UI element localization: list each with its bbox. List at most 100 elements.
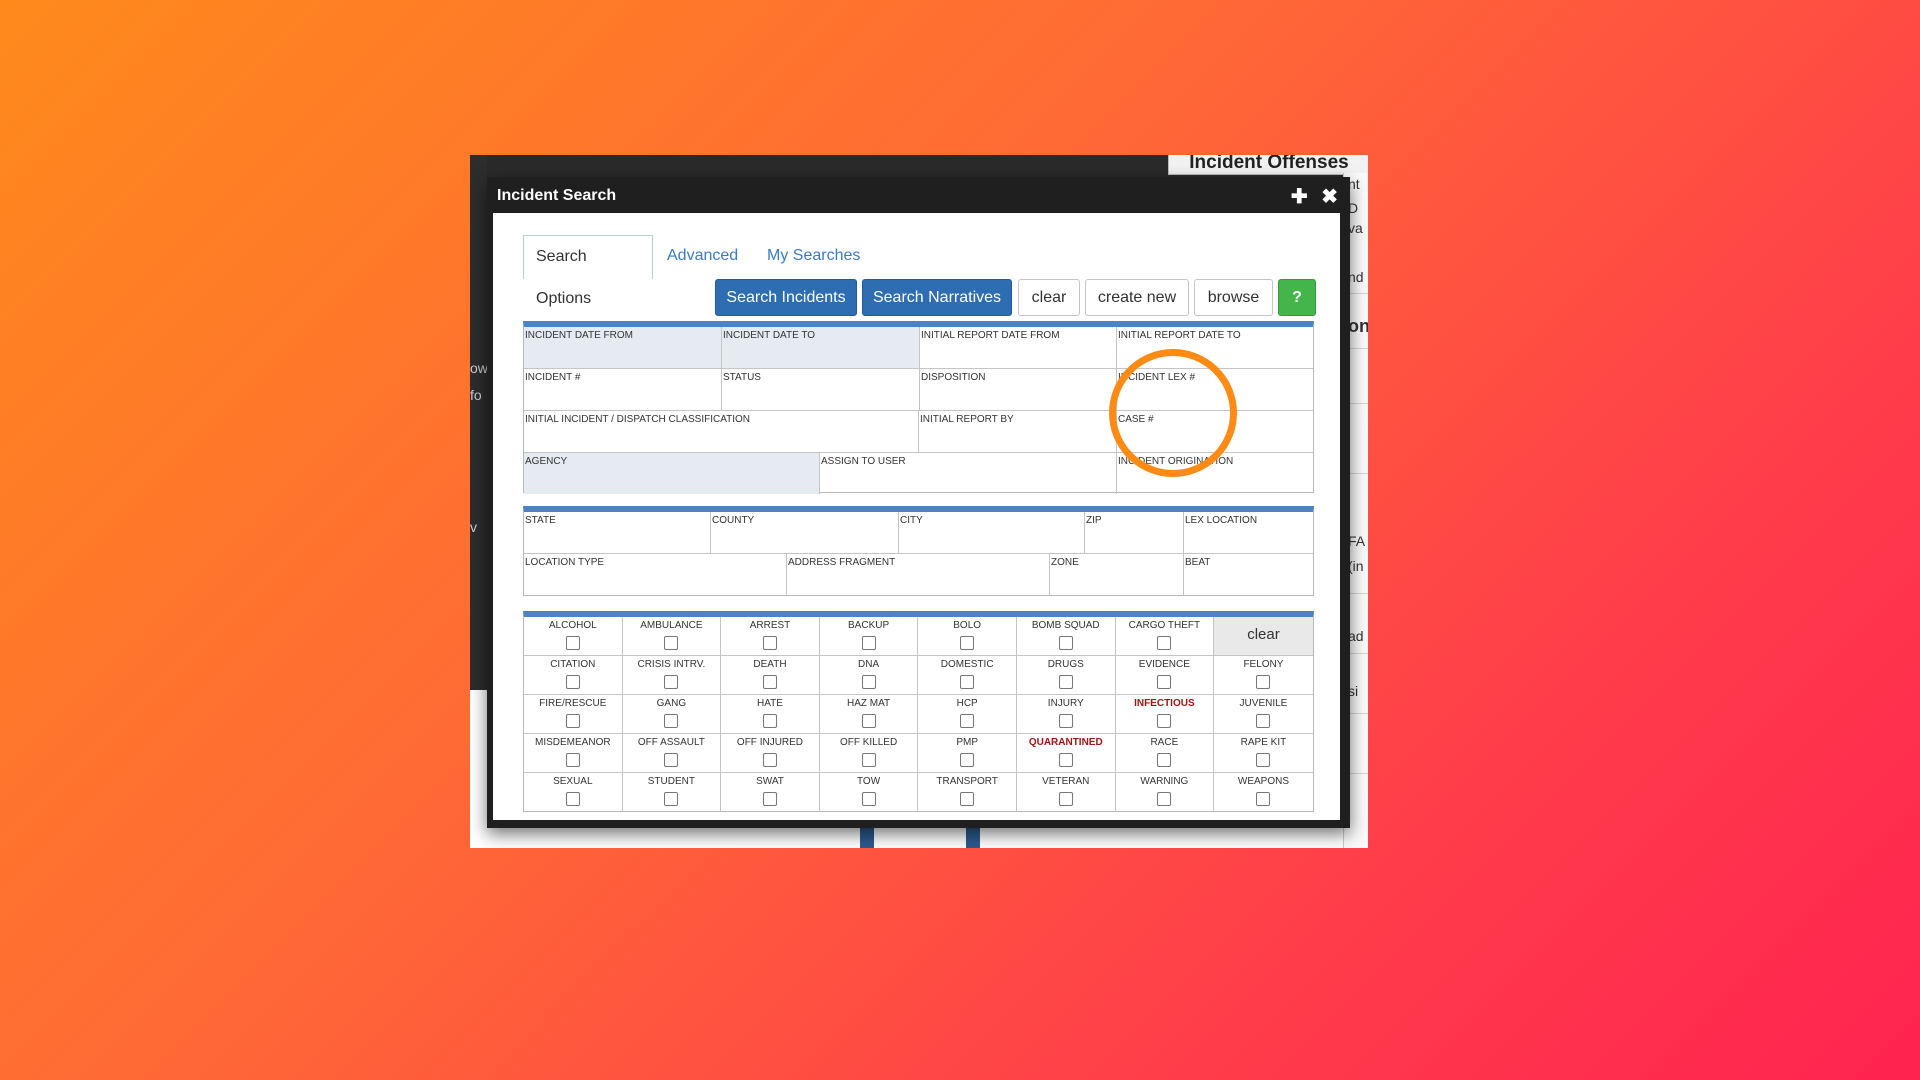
zip-field[interactable]: ZIP: [1085, 512, 1184, 553]
flag-checkbox[interactable]: [762, 753, 777, 767]
flag-cell: JUVENILE: [1214, 695, 1313, 733]
flag-label: OFF ASSAULT: [637, 737, 705, 748]
flag-checkbox[interactable]: [960, 714, 975, 728]
app-screenshot: Incident Offenses ow fo v nt D va nd on …: [470, 155, 1368, 848]
agency-field[interactable]: AGENCY: [524, 453, 820, 494]
flag-checkbox[interactable]: [664, 714, 679, 728]
flag-checkbox[interactable]: [1256, 792, 1271, 806]
flag-cell: OFF ASSAULT: [623, 734, 722, 772]
status-field[interactable]: STATUS: [722, 369, 920, 410]
flag-label: CARGO THEFT: [1128, 620, 1201, 631]
county-field[interactable]: COUNTY: [711, 512, 899, 553]
flag-checkbox[interactable]: [861, 636, 876, 650]
flag-checkbox[interactable]: [861, 675, 876, 689]
flag-checkbox[interactable]: [960, 753, 975, 767]
tab-search-options[interactable]: Search Options: [523, 235, 653, 307]
location-type-field[interactable]: LOCATION TYPE: [524, 554, 787, 595]
flag-checkbox[interactable]: [1058, 753, 1073, 767]
flag-checkbox[interactable]: [762, 675, 777, 689]
flag-checkbox[interactable]: [1058, 675, 1073, 689]
initial-report-date-from-field[interactable]: INITIAL REPORT DATE FROM: [920, 327, 1117, 368]
flag-cell: WARNING: [1116, 773, 1215, 811]
flag-checkbox[interactable]: [565, 792, 580, 806]
background-app-header: Incident Offenses: [470, 155, 1368, 177]
address-fragment-field[interactable]: ADDRESS FRAGMENT: [787, 554, 1050, 595]
flag-checkbox[interactable]: [960, 636, 975, 650]
flag-label: OFF INJURED: [736, 737, 804, 748]
flag-checkbox[interactable]: [1157, 675, 1172, 689]
help-button[interactable]: ?: [1278, 279, 1316, 316]
flag-cell: OFF INJURED: [721, 734, 820, 772]
dialog-body: Search Options Advanced My Searches Sear…: [493, 213, 1340, 820]
flag-cell: INJURY: [1017, 695, 1116, 733]
lex-location-field[interactable]: LEX LOCATION: [1184, 512, 1313, 553]
flag-checkbox[interactable]: [762, 792, 777, 806]
background-left-text: ow: [470, 360, 488, 376]
flag-checkbox[interactable]: [664, 792, 679, 806]
flag-label: DRUGS: [1047, 659, 1084, 670]
assign-to-user-field[interactable]: ASSIGN TO USER: [820, 453, 1117, 494]
disposition-field[interactable]: DISPOSITION: [920, 369, 1117, 410]
flag-cell: ARREST: [721, 617, 820, 655]
beat-field[interactable]: BEAT: [1184, 554, 1313, 595]
flag-checkbox[interactable]: [1157, 753, 1172, 767]
flag-checkbox[interactable]: [762, 636, 777, 650]
flags-row: CITATION CRISIS INTRV. DEATH DNA DOMESTIC DRU…: [524, 656, 1313, 695]
flag-checkbox[interactable]: [664, 675, 679, 689]
flag-checkbox[interactable]: [861, 753, 876, 767]
flag-label: RAPE KIT: [1240, 737, 1287, 748]
flag-checkbox[interactable]: [1157, 636, 1172, 650]
plus-icon[interactable]: ✚: [1291, 186, 1308, 208]
flags-clear-button[interactable]: clear: [1214, 617, 1313, 655]
initial-report-by-field[interactable]: INITIAL REPORT BY: [919, 411, 1117, 452]
classification-field[interactable]: INITIAL INCIDENT / DISPATCH CLASSIFICATI…: [524, 411, 919, 452]
flag-checkbox[interactable]: [960, 675, 975, 689]
state-field[interactable]: STATE: [524, 512, 711, 553]
flag-label: GANG: [656, 698, 687, 709]
background-right-text: FA: [1348, 533, 1366, 549]
create-new-button[interactable]: create new: [1085, 279, 1189, 316]
flag-label: WEAPONS: [1237, 776, 1290, 787]
flag-checkbox[interactable]: [1058, 714, 1073, 728]
incident-date-to-field[interactable]: INCIDENT DATE TO: [722, 327, 920, 368]
flag-checkbox[interactable]: [1256, 753, 1271, 767]
flag-cell: TOW: [820, 773, 919, 811]
browse-button[interactable]: browse: [1194, 279, 1273, 316]
tab-advanced[interactable]: Advanced: [655, 235, 750, 279]
flag-cell: GANG: [623, 695, 722, 733]
flag-cell: MISDEMEANOR: [524, 734, 623, 772]
flag-checkbox[interactable]: [565, 753, 580, 767]
flag-checkbox[interactable]: [1157, 714, 1172, 728]
flag-checkbox[interactable]: [1058, 792, 1073, 806]
flag-checkbox[interactable]: [861, 714, 876, 728]
flag-checkbox[interactable]: [565, 714, 580, 728]
flag-checkbox[interactable]: [1256, 714, 1271, 728]
tab-my-searches[interactable]: My Searches: [755, 235, 872, 279]
flag-label: HCP: [956, 698, 978, 709]
city-field[interactable]: CITY: [899, 512, 1085, 553]
incident-number-field[interactable]: INCIDENT #: [524, 369, 722, 410]
flag-checkbox[interactable]: [565, 636, 580, 650]
flag-checkbox[interactable]: [565, 675, 580, 689]
flag-checkbox[interactable]: [861, 792, 876, 806]
flag-checkbox[interactable]: [960, 792, 975, 806]
search-incidents-button[interactable]: Search Incidents: [715, 279, 857, 316]
flag-cell: SEXUAL: [524, 773, 623, 811]
flag-checkbox[interactable]: [664, 636, 679, 650]
incident-offenses-tab[interactable]: Incident Offenses: [1168, 155, 1368, 175]
flag-checkbox[interactable]: [664, 753, 679, 767]
incident-date-from-field[interactable]: INCIDENT DATE FROM: [524, 327, 722, 368]
flag-checkbox[interactable]: [1157, 792, 1172, 806]
background-right-text: va: [1348, 220, 1363, 236]
zone-field[interactable]: ZONE: [1050, 554, 1184, 595]
flag-checkbox[interactable]: [1256, 675, 1271, 689]
flag-cell: CRISIS INTRV.: [623, 656, 722, 694]
flag-label: RACE: [1150, 737, 1179, 748]
flag-checkbox[interactable]: [1058, 636, 1073, 650]
flag-label: QUARANTINED: [1028, 737, 1103, 748]
clear-button[interactable]: clear: [1018, 279, 1080, 316]
close-icon[interactable]: ✖: [1321, 186, 1338, 208]
flag-checkbox[interactable]: [762, 714, 777, 728]
flag-cell: PMP: [918, 734, 1017, 772]
search-narratives-button[interactable]: Search Narratives: [862, 279, 1012, 316]
